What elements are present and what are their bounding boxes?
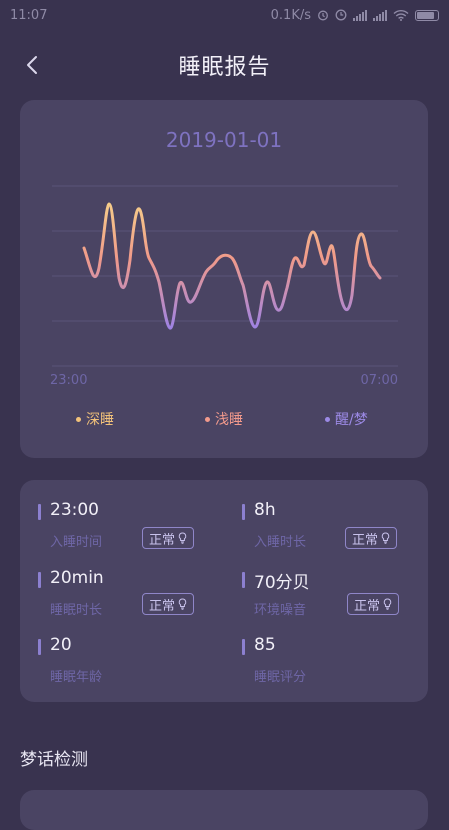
info-value: 70分贝 (254, 573, 310, 593)
info-value: 20min (50, 568, 104, 588)
status-button-bedtime[interactable]: 正常 (142, 527, 195, 549)
legend-dot (325, 416, 330, 422)
info-label: 睡眠年龄 (50, 670, 103, 685)
page-title: 睡眠报告 (178, 55, 271, 80)
x-axis-start-label: 23:00 (50, 373, 87, 388)
info-label: 环境噪音 (254, 603, 307, 618)
lightbulb-icon (178, 532, 187, 544)
status-text: 正常 (352, 532, 379, 548)
status-button-noise[interactable]: 正常 (347, 593, 400, 615)
info-label: 入睡时间 (50, 535, 103, 550)
legend-dot (76, 416, 81, 422)
info-marker (38, 572, 41, 588)
sleep-curve (82, 202, 382, 330)
info-label: 睡眠评分 (254, 670, 307, 685)
x-axis-end-label: 07:00 (361, 373, 398, 388)
info-value: 85 (254, 635, 276, 655)
legend-label: 深睡 (86, 412, 114, 428)
info-sleep-time: 20min 睡眠时长 (38, 568, 228, 630)
info-marker (38, 639, 41, 655)
status-text: 正常 (354, 598, 381, 614)
network-speed: 0.1K/s (270, 7, 311, 23)
legend-dot (205, 416, 210, 422)
info-value: 8h (254, 500, 276, 520)
info-marker (38, 504, 41, 520)
lightbulb-icon (381, 532, 390, 544)
legend-item-awake: 醒/梦 (325, 409, 368, 429)
legend-item-light: 浅睡 (205, 409, 243, 429)
legend-item-deep: 深睡 (76, 409, 114, 429)
info-label: 入睡时长 (254, 535, 307, 550)
back-arrow-icon[interactable] (20, 52, 46, 78)
info-marker (242, 639, 245, 655)
wifi-icon (393, 9, 409, 21)
info-sleep-score: 85 睡眠评分 (242, 635, 432, 697)
status-icons: 0.1K/s (271, 8, 439, 23)
signal-icon-2 (373, 9, 387, 21)
title-bar: 睡眠报告 (0, 40, 449, 90)
legend-label: 浅睡 (215, 412, 243, 428)
info-sleep-age: 20 睡眠年龄 (38, 635, 228, 697)
info-noise: 70分贝 环境噪音 (242, 570, 432, 630)
battery-icon (415, 9, 439, 21)
info-marker (242, 504, 245, 520)
dream-card (20, 790, 428, 830)
status-text: 正常 (149, 598, 176, 614)
signal-icon (353, 9, 367, 21)
info-marker (242, 572, 245, 588)
clock-icon (335, 9, 347, 21)
status-button-sleep-time[interactable]: 正常 (142, 593, 195, 615)
sleep-info-card: 23:00 入睡时间 正常 8h 入睡时长 正常 20min 睡眠时长 正常 7… (20, 480, 428, 702)
status-time: 11:07 (10, 7, 48, 23)
info-value: 20 (50, 635, 72, 655)
info-value: 23:00 (50, 500, 99, 520)
lightbulb-icon (383, 598, 392, 610)
info-duration: 8h 入睡时长 (242, 500, 432, 562)
alarm-icon (318, 10, 328, 21)
sleep-chart-card: 2019-01-01 23:00 07:00 深睡 浅睡 醒/梦 (20, 100, 428, 458)
sleep-curve-chart: 23:00 07:00 (50, 185, 398, 388)
legend-label: 醒/梦 (335, 412, 368, 428)
status-button-duration[interactable]: 正常 (345, 527, 398, 549)
lightbulb-icon (178, 598, 187, 610)
info-bedtime: 23:00 入睡时间 (38, 500, 228, 562)
status-bar: 11:07 0.1K/s (0, 0, 449, 30)
status-text: 正常 (149, 532, 176, 548)
info-label: 睡眠时长 (50, 603, 103, 618)
dream-section-title: 梦话检测 (20, 750, 88, 770)
